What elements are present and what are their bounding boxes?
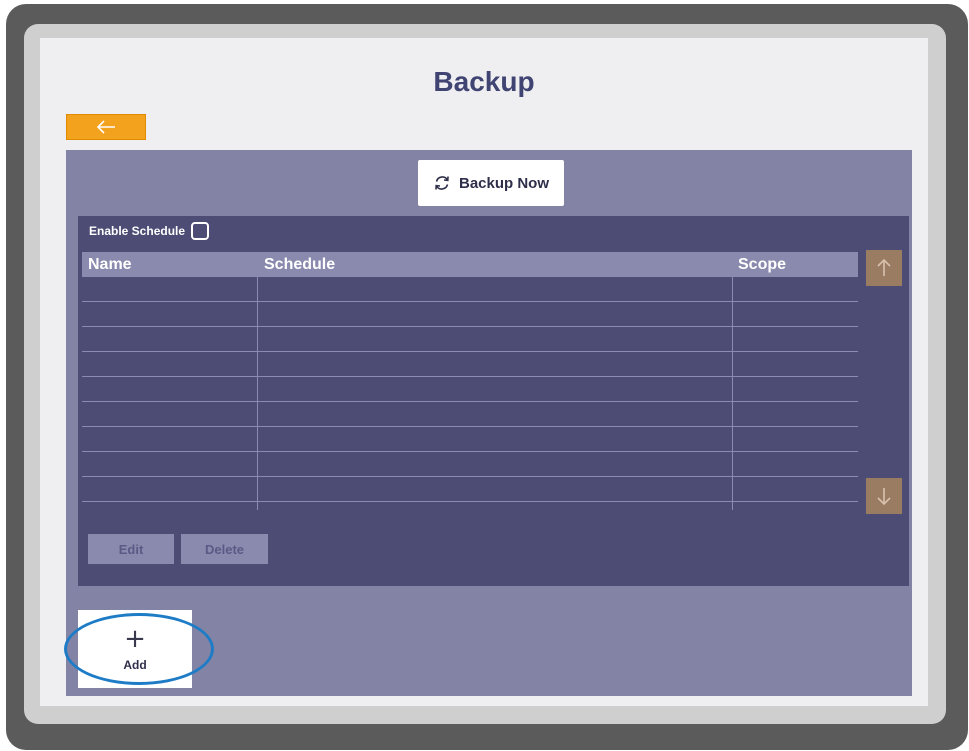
schedule-table: Name Schedule Scope [82,252,858,510]
table-row[interactable] [82,427,858,452]
column-header-name: Name [88,256,132,273]
table-row[interactable] [82,402,858,427]
enable-schedule-checkbox[interactable] [191,222,210,240]
column-header-scope: Scope [738,256,787,273]
table-row[interactable] [82,377,858,402]
edit-button[interactable]: Edit [88,534,174,564]
row-divider [82,501,858,502]
table-row[interactable] [82,327,858,352]
add-button[interactable]: + Add [78,610,192,688]
enable-schedule-label: Enable Schedule [89,224,186,238]
scroll-down-button[interactable] [866,478,902,514]
table-row[interactable] [82,452,858,477]
arrow-down-icon [877,488,891,506]
sync-icon [435,176,449,190]
add-label: Add [123,658,147,672]
backup-screen: Backup Backup Now Enable Schedule Name S… [40,38,928,706]
backup-now-label: Backup Now [458,174,549,192]
table-row[interactable] [82,352,858,377]
table-header: Name Schedule Scope [82,252,858,277]
main-panel: Backup Now Enable Schedule Name Schedule… [66,150,912,696]
table-row[interactable] [82,477,858,502]
column-divider [257,277,258,510]
page-title: Backup [433,66,535,97]
delete-button[interactable]: Delete [181,534,268,564]
table-row[interactable] [82,277,858,302]
backup-now-button[interactable]: Backup Now [418,160,564,206]
arrow-left-icon [96,120,115,134]
arrow-up-icon [877,258,891,276]
enable-schedule-row: Enable Schedule [89,222,210,240]
column-divider [732,277,733,510]
schedule-panel: Enable Schedule Name Schedule Scope Edit… [78,216,909,586]
scroll-up-button[interactable] [866,250,902,286]
table-row[interactable] [82,302,858,327]
back-button[interactable] [66,114,146,140]
column-header-schedule: Schedule [264,256,336,273]
plus-icon: + [124,624,146,654]
